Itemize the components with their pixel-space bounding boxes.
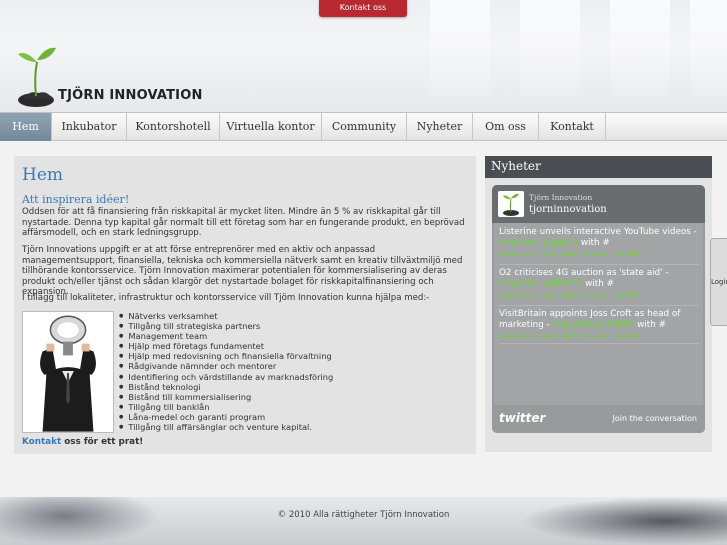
tweet-divider <box>499 305 699 306</box>
tweet-text: O2 criticises 4G auction as 'state aid' … <box>499 268 669 278</box>
tweet-divider <box>499 264 699 265</box>
profile-avatar <box>498 191 524 217</box>
contact-cta: Kontakt oss för ett prat! <box>22 437 143 447</box>
tweet-list: Listerine unveils interactive YouTube vi… <box>494 223 703 405</box>
contact-us-tab[interactable]: Kontakt oss <box>319 0 407 17</box>
nav-item-virtuella-kontor[interactable]: Virtuella kontor <box>220 113 322 141</box>
page-subtitle: Att inspirera idéer! <box>22 193 130 206</box>
tweet-divider <box>499 343 699 344</box>
login-tab[interactable]: Login <box>710 238 727 326</box>
list-item: Bistånd teknologi <box>119 382 333 392</box>
tweet-item: O2 criticises 4G auction as 'state aid' … <box>499 268 699 300</box>
list-item: Nätverks verksamhet <box>119 311 333 321</box>
twitter-footer: twitter Join the conversation <box>492 405 705 433</box>
twitter-display-name: Tjörn Innovation <box>529 193 593 202</box>
list-item: Identifiering och värdstillande av markn… <box>119 372 333 382</box>
list-item: Hjälp med redovisning och finansiella fö… <box>119 351 333 361</box>
news-heading: Nyheter <box>485 156 712 178</box>
nav-item-kontakt[interactable]: Kontakt <box>539 113 606 141</box>
tweet-link[interactable]: http://bit.ly/jUS9YZ <box>499 279 582 289</box>
main-navigation: Hem Inkubator Kontorshotell Virtuella ko… <box>0 112 727 141</box>
list-item: Bistånd till kommersialisering <box>119 392 333 402</box>
contact-link[interactable]: Kontakt <box>22 437 61 447</box>
tweet-actions[interactable]: about 1 hour ago · reply · retweet · fav… <box>499 249 699 259</box>
list-item: Tillgång till affärsänglar och venture k… <box>119 422 333 432</box>
list-item: Tillgång till banklån <box>119 402 333 412</box>
tweet-text-after: with # <box>578 238 610 248</box>
twitter-logo-icon[interactable]: twitter <box>499 411 545 425</box>
footer: © 2010 Alla rättigheter Tjörn Innovation <box>0 497 727 545</box>
services-list: Nätverks verksamhet Tillgång till strate… <box>119 311 333 432</box>
tweet-text-after: with # <box>634 320 666 330</box>
tweet-item: VisitBritain appoints Joss Croft as head… <box>499 309 699 341</box>
nav-item-hem[interactable]: Hem <box>0 113 52 141</box>
login-tab-label: Login <box>711 278 727 286</box>
list-item: Management team <box>119 331 333 341</box>
nav-item-om-oss[interactable]: Om oss <box>473 113 539 141</box>
contact-cta-text: oss för ett prat! <box>61 437 144 447</box>
tweet-text: Listerine unveils interactive YouTube vi… <box>499 227 697 237</box>
mission-paragraph: Tjörn Innovations uppgift er at att förs… <box>22 245 463 298</box>
megaphone-man-photo <box>22 311 114 433</box>
main-content: Hem Att inspirera idéer! Oddsen för att … <box>14 156 476 454</box>
list-item: Tillgång till strategiska partners <box>119 321 333 331</box>
twitter-profile-header[interactable]: Tjörn Innovation tjorninnovation <box>492 185 705 223</box>
list-item: Låna-medel och garanti program <box>119 412 333 422</box>
tweet-actions[interactable]: about 1 hour ago · reply · retweet · fav… <box>499 331 699 341</box>
copyright-text: © 2010 Alla rättigheter Tjörn Innovation <box>277 510 450 520</box>
tweet-link[interactable]: http://bit.ly/jjgbbu <box>499 238 578 248</box>
logo-text: TJÖRN INNOVATION <box>58 88 203 103</box>
tweet-link[interactable]: http://bit.ly/lFSBBY <box>553 320 635 330</box>
list-item: Rådgivande nämnder och mentorer <box>119 361 333 371</box>
tweet-text-after: with # <box>582 279 614 289</box>
nav-item-nyheter[interactable]: Nyheter <box>407 113 473 141</box>
intro-paragraph: Oddsen för att få finansiering från risk… <box>22 207 465 239</box>
twitter-widget: Tjörn Innovation tjorninnovation Listeri… <box>492 185 705 433</box>
page-title: Hem <box>22 165 64 185</box>
nav-item-community[interactable]: Community <box>322 113 407 141</box>
nav-item-inkubator[interactable]: Inkubator <box>52 113 127 141</box>
twitter-handle: tjorninnovation <box>529 204 607 215</box>
tweet-item: Listerine unveils interactive YouTube vi… <box>499 227 699 259</box>
list-item: Hjälp med företags fundamentet <box>119 341 333 351</box>
nav-item-kontorshotell[interactable]: Kontorshotell <box>127 113 220 141</box>
join-conversation-link[interactable]: Join the conversation <box>613 414 697 423</box>
tweet-actions[interactable]: about 1 hour ago · reply · retweet · fav… <box>499 290 699 300</box>
services-intro: I tillägg till lokaliteter, infrastruktu… <box>22 293 430 303</box>
